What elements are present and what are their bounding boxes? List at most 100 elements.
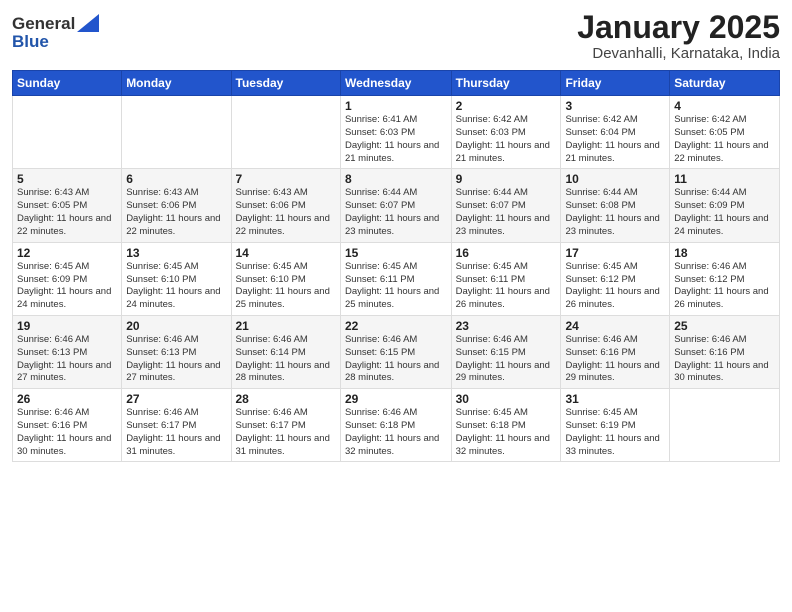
day-info: Sunrise: 6:42 AM Sunset: 6:03 PM Dayligh…: [456, 114, 557, 165]
day-info: Sunrise: 6:46 AM Sunset: 6:13 PM Dayligh…: [126, 334, 226, 385]
calendar-cell: 28Sunrise: 6:46 AM Sunset: 6:17 PM Dayli…: [231, 389, 340, 462]
day-number: 15: [345, 246, 447, 260]
logo-icon: [77, 14, 99, 32]
calendar-cell: 29Sunrise: 6:46 AM Sunset: 6:18 PM Dayli…: [340, 389, 451, 462]
logo-general: General: [12, 14, 75, 34]
day-number: 10: [565, 172, 665, 186]
calendar-cell: [670, 389, 780, 462]
day-number: 31: [565, 392, 665, 406]
calendar-cell: 2Sunrise: 6:42 AM Sunset: 6:03 PM Daylig…: [451, 96, 561, 169]
month-title: January 2025: [577, 10, 780, 45]
day-info: Sunrise: 6:46 AM Sunset: 6:13 PM Dayligh…: [17, 334, 117, 385]
day-number: 26: [17, 392, 117, 406]
weekday-header: Wednesday: [340, 71, 451, 96]
calendar-week-row: 26Sunrise: 6:46 AM Sunset: 6:16 PM Dayli…: [13, 389, 780, 462]
weekday-header: Friday: [561, 71, 670, 96]
calendar-week-row: 12Sunrise: 6:45 AM Sunset: 6:09 PM Dayli…: [13, 242, 780, 315]
day-info: Sunrise: 6:42 AM Sunset: 6:04 PM Dayligh…: [565, 114, 665, 165]
calendar-cell: 9Sunrise: 6:44 AM Sunset: 6:07 PM Daylig…: [451, 169, 561, 242]
day-info: Sunrise: 6:45 AM Sunset: 6:12 PM Dayligh…: [565, 261, 665, 312]
day-info: Sunrise: 6:45 AM Sunset: 6:11 PM Dayligh…: [456, 261, 557, 312]
calendar-cell: 5Sunrise: 6:43 AM Sunset: 6:05 PM Daylig…: [13, 169, 122, 242]
title-block: January 2025 Devanhalli, Karnataka, Indi…: [577, 10, 780, 62]
day-info: Sunrise: 6:46 AM Sunset: 6:15 PM Dayligh…: [456, 334, 557, 385]
day-info: Sunrise: 6:46 AM Sunset: 6:17 PM Dayligh…: [236, 407, 336, 458]
day-number: 16: [456, 246, 557, 260]
calendar-cell: 12Sunrise: 6:45 AM Sunset: 6:09 PM Dayli…: [13, 242, 122, 315]
day-info: Sunrise: 6:46 AM Sunset: 6:12 PM Dayligh…: [674, 261, 775, 312]
calendar-cell: 31Sunrise: 6:45 AM Sunset: 6:19 PM Dayli…: [561, 389, 670, 462]
weekday-header: Thursday: [451, 71, 561, 96]
logo: General Blue: [12, 14, 99, 52]
day-info: Sunrise: 6:46 AM Sunset: 6:17 PM Dayligh…: [126, 407, 226, 458]
calendar-cell: 20Sunrise: 6:46 AM Sunset: 6:13 PM Dayli…: [122, 315, 231, 388]
page-container: General Blue January 2025 Devanhalli, Ka…: [0, 0, 792, 470]
day-info: Sunrise: 6:46 AM Sunset: 6:18 PM Dayligh…: [345, 407, 447, 458]
day-number: 25: [674, 319, 775, 333]
day-number: 13: [126, 246, 226, 260]
calendar-week-row: 5Sunrise: 6:43 AM Sunset: 6:05 PM Daylig…: [13, 169, 780, 242]
calendar-cell: 17Sunrise: 6:45 AM Sunset: 6:12 PM Dayli…: [561, 242, 670, 315]
calendar-cell: [13, 96, 122, 169]
day-number: 14: [236, 246, 336, 260]
day-info: Sunrise: 6:45 AM Sunset: 6:18 PM Dayligh…: [456, 407, 557, 458]
day-info: Sunrise: 6:45 AM Sunset: 6:11 PM Dayligh…: [345, 261, 447, 312]
day-number: 19: [17, 319, 117, 333]
day-number: 8: [345, 172, 447, 186]
calendar-cell: 14Sunrise: 6:45 AM Sunset: 6:10 PM Dayli…: [231, 242, 340, 315]
weekday-header: Sunday: [13, 71, 122, 96]
day-number: 9: [456, 172, 557, 186]
day-info: Sunrise: 6:45 AM Sunset: 6:10 PM Dayligh…: [126, 261, 226, 312]
day-number: 6: [126, 172, 226, 186]
calendar-cell: 22Sunrise: 6:46 AM Sunset: 6:15 PM Dayli…: [340, 315, 451, 388]
day-number: 20: [126, 319, 226, 333]
calendar-cell: 16Sunrise: 6:45 AM Sunset: 6:11 PM Dayli…: [451, 242, 561, 315]
day-info: Sunrise: 6:45 AM Sunset: 6:19 PM Dayligh…: [565, 407, 665, 458]
day-info: Sunrise: 6:43 AM Sunset: 6:06 PM Dayligh…: [236, 187, 336, 238]
day-number: 21: [236, 319, 336, 333]
calendar-cell: 25Sunrise: 6:46 AM Sunset: 6:16 PM Dayli…: [670, 315, 780, 388]
weekday-header: Tuesday: [231, 71, 340, 96]
day-number: 1: [345, 99, 447, 113]
calendar-cell: 30Sunrise: 6:45 AM Sunset: 6:18 PM Dayli…: [451, 389, 561, 462]
day-info: Sunrise: 6:43 AM Sunset: 6:06 PM Dayligh…: [126, 187, 226, 238]
day-info: Sunrise: 6:44 AM Sunset: 6:08 PM Dayligh…: [565, 187, 665, 238]
day-number: 18: [674, 246, 775, 260]
day-number: 4: [674, 99, 775, 113]
day-info: Sunrise: 6:44 AM Sunset: 6:07 PM Dayligh…: [345, 187, 447, 238]
day-info: Sunrise: 6:44 AM Sunset: 6:07 PM Dayligh…: [456, 187, 557, 238]
weekday-header: Saturday: [670, 71, 780, 96]
day-number: 2: [456, 99, 557, 113]
calendar-cell: 26Sunrise: 6:46 AM Sunset: 6:16 PM Dayli…: [13, 389, 122, 462]
day-number: 22: [345, 319, 447, 333]
day-number: 23: [456, 319, 557, 333]
day-number: 12: [17, 246, 117, 260]
day-number: 27: [126, 392, 226, 406]
day-number: 30: [456, 392, 557, 406]
day-number: 3: [565, 99, 665, 113]
calendar-cell: 4Sunrise: 6:42 AM Sunset: 6:05 PM Daylig…: [670, 96, 780, 169]
day-info: Sunrise: 6:44 AM Sunset: 6:09 PM Dayligh…: [674, 187, 775, 238]
day-info: Sunrise: 6:46 AM Sunset: 6:16 PM Dayligh…: [674, 334, 775, 385]
header: General Blue January 2025 Devanhalli, Ka…: [12, 10, 780, 62]
calendar-cell: 10Sunrise: 6:44 AM Sunset: 6:08 PM Dayli…: [561, 169, 670, 242]
calendar-week-row: 1Sunrise: 6:41 AM Sunset: 6:03 PM Daylig…: [13, 96, 780, 169]
day-info: Sunrise: 6:46 AM Sunset: 6:14 PM Dayligh…: [236, 334, 336, 385]
day-number: 11: [674, 172, 775, 186]
calendar-cell: 19Sunrise: 6:46 AM Sunset: 6:13 PM Dayli…: [13, 315, 122, 388]
day-number: 17: [565, 246, 665, 260]
weekday-header: Monday: [122, 71, 231, 96]
calendar-cell: [122, 96, 231, 169]
calendar-header-row: SundayMondayTuesdayWednesdayThursdayFrid…: [13, 71, 780, 96]
day-number: 24: [565, 319, 665, 333]
day-number: 5: [17, 172, 117, 186]
day-info: Sunrise: 6:42 AM Sunset: 6:05 PM Dayligh…: [674, 114, 775, 165]
day-info: Sunrise: 6:46 AM Sunset: 6:15 PM Dayligh…: [345, 334, 447, 385]
day-number: 7: [236, 172, 336, 186]
day-number: 29: [345, 392, 447, 406]
calendar-cell: 27Sunrise: 6:46 AM Sunset: 6:17 PM Dayli…: [122, 389, 231, 462]
calendar-cell: 13Sunrise: 6:45 AM Sunset: 6:10 PM Dayli…: [122, 242, 231, 315]
logo-blue: Blue: [12, 32, 99, 52]
day-info: Sunrise: 6:45 AM Sunset: 6:09 PM Dayligh…: [17, 261, 117, 312]
calendar-cell: 23Sunrise: 6:46 AM Sunset: 6:15 PM Dayli…: [451, 315, 561, 388]
